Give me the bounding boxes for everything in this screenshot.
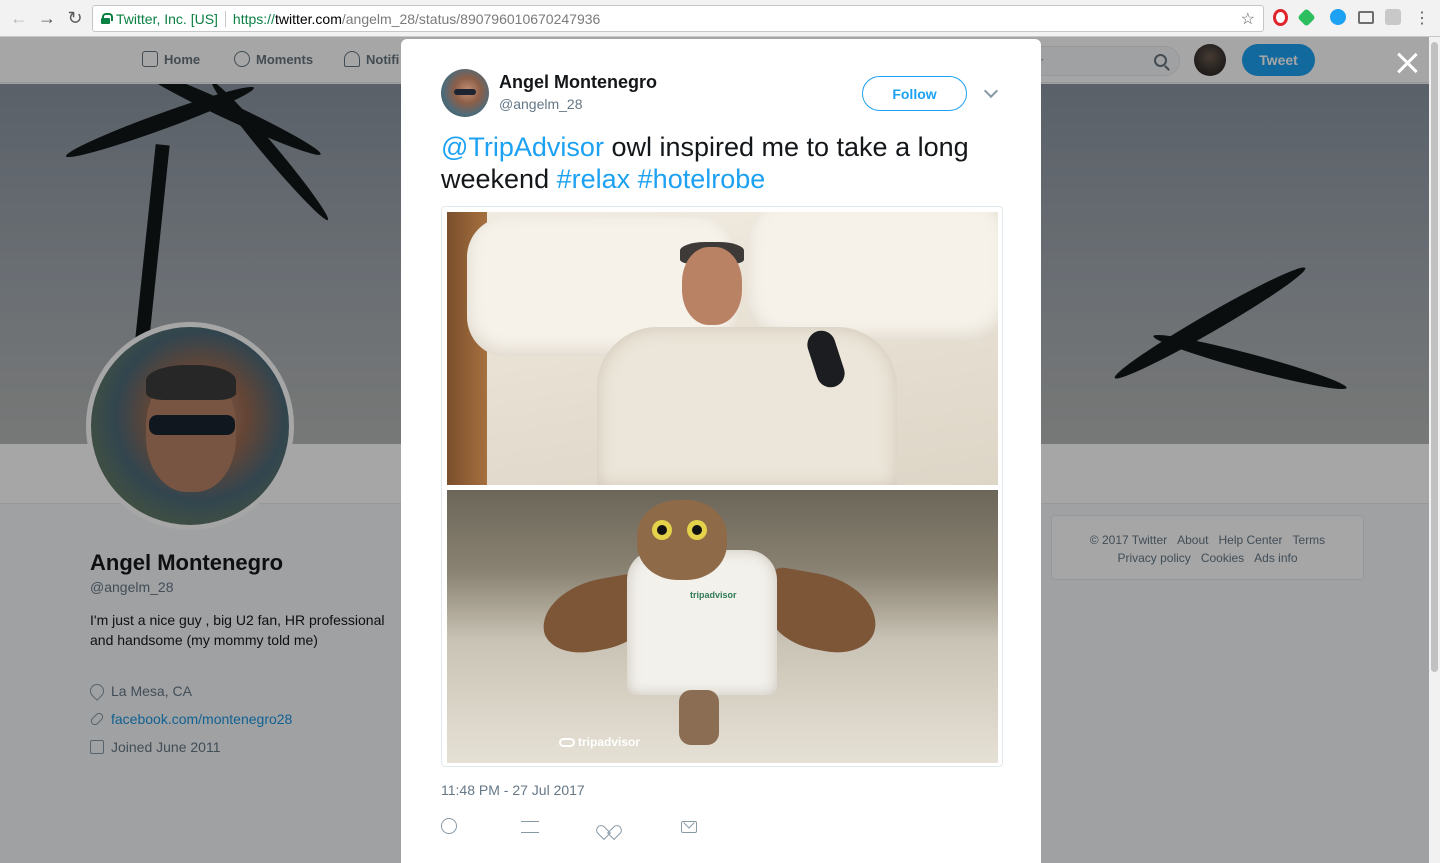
- tweet-photo-man-in-robe[interactable]: [447, 212, 998, 485]
- owl-wing: [761, 566, 883, 659]
- secure-label: Twitter, Inc. [US]: [116, 10, 218, 27]
- reply-button[interactable]: [441, 815, 521, 837]
- browser-toolbar: ← → ↻ Twitter, Inc. [US] https://twitter…: [0, 0, 1440, 37]
- heart-icon: [601, 819, 615, 833]
- forward-icon[interactable]: →: [34, 5, 60, 31]
- robe-logo-text: tripadvisor: [690, 590, 737, 600]
- owl-eye: [652, 520, 672, 540]
- tripadvisor-watermark: tripadvisor: [559, 735, 640, 749]
- hashtag-link[interactable]: #relax: [557, 164, 631, 194]
- tripadvisor-logo-icon: [559, 737, 575, 747]
- lock-icon: [101, 13, 113, 24]
- close-icon[interactable]: [1394, 50, 1420, 76]
- url-scheme: https://: [232, 10, 275, 27]
- tweet-timestamp[interactable]: 11:48 PM - 27 Jul 2017: [441, 782, 585, 798]
- pillow: [747, 212, 998, 342]
- profile-extension-icon[interactable]: [1385, 9, 1401, 25]
- tweet-photo-owl-in-robe[interactable]: tripadvisor tripadvisor: [447, 490, 998, 763]
- url-host: twitter.com: [274, 10, 342, 27]
- retweet-icon: [521, 821, 539, 833]
- chevron-down-icon[interactable]: [983, 83, 999, 99]
- owl-head: [637, 500, 727, 580]
- tweet-author-handle[interactable]: @angelm_28: [499, 96, 583, 112]
- kebab-menu-icon[interactable]: ⋮: [1409, 5, 1435, 31]
- direct-message-button[interactable]: [681, 815, 761, 837]
- opera-extension-icon[interactable]: [1273, 9, 1288, 26]
- star-icon[interactable]: ☆: [1241, 9, 1255, 29]
- watermark-text: tripadvisor: [578, 735, 641, 749]
- back-icon[interactable]: ←: [6, 5, 32, 31]
- extension-badge-icon[interactable]: [1330, 9, 1346, 25]
- evernote-extension-icon[interactable]: [1297, 8, 1316, 27]
- tweet-modal: Angel Montenegro @angelm_28 Follow @Trip…: [401, 39, 1041, 863]
- address-bar[interactable]: Twitter, Inc. [US] https://twitter.com/a…: [92, 5, 1264, 32]
- tweet-mention-link[interactable]: @TripAdvisor: [441, 132, 604, 162]
- hashtag-link[interactable]: #hotelrobe: [638, 164, 766, 194]
- reply-icon: [441, 818, 457, 834]
- tweet-author-avatar[interactable]: [441, 69, 489, 117]
- envelope-icon: [681, 821, 697, 833]
- bathrobe: [597, 327, 897, 485]
- tweet-actions: [441, 815, 761, 837]
- scrollbar-thumb[interactable]: [1431, 42, 1438, 672]
- url-path: /angelm_28/status/890796010670247936: [341, 10, 601, 27]
- reload-icon[interactable]: ↻: [62, 5, 88, 31]
- retweet-button[interactable]: [521, 815, 601, 837]
- tweet-author-name[interactable]: Angel Montenegro: [499, 72, 657, 93]
- omnibox-separator: [224, 10, 226, 27]
- avatar-sunglasses: [454, 89, 476, 95]
- cast-icon[interactable]: [1358, 11, 1374, 24]
- owl-feet: [679, 690, 719, 745]
- secure-indicator[interactable]: Twitter, Inc. [US]: [93, 11, 218, 27]
- tweet-media[interactable]: tripadvisor tripadvisor: [441, 206, 1003, 767]
- follow-button[interactable]: Follow: [862, 76, 967, 111]
- tweet-text: @TripAdvisor owl inspired me to take a l…: [441, 131, 1001, 195]
- page-scrollbar[interactable]: [1429, 37, 1440, 863]
- man-head: [682, 247, 742, 325]
- like-button[interactable]: [601, 815, 681, 837]
- owl-eye: [687, 520, 707, 540]
